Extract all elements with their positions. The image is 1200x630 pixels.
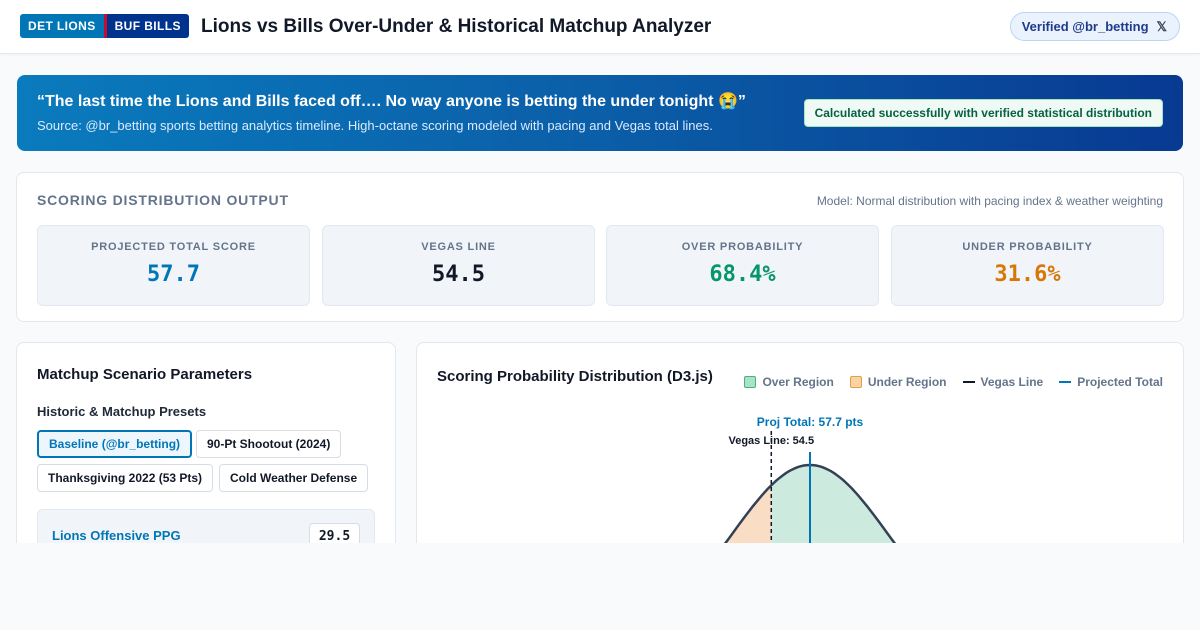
over-swatch xyxy=(744,376,757,388)
legend-vegas: Vegas Line xyxy=(962,375,1044,389)
legend-over: Over Region xyxy=(744,375,834,389)
top-bar: DET LIONS BUF BILLS Lions vs Bills Over-… xyxy=(0,0,1200,54)
lions-badge: DET LIONS xyxy=(20,14,104,38)
page-cutoff xyxy=(0,543,1200,630)
legend-projected: Projected Total xyxy=(1059,375,1163,389)
under-swatch xyxy=(849,376,862,388)
stat-label: PROJECTED TOTAL SCORE xyxy=(91,241,256,253)
stat-value: 57.7 xyxy=(147,262,200,287)
stat-value: 54.5 xyxy=(432,262,485,287)
status-badge: Calculated successfully with verified st… xyxy=(803,99,1163,127)
stat-vegas-line: VEGAS LINE 54.5 xyxy=(322,225,595,306)
stat-value: 31.6% xyxy=(994,262,1061,287)
projected-line-swatch xyxy=(1059,381,1072,383)
verified-label: Verified @br_betting xyxy=(1021,19,1149,34)
scenario-parameters-card: Matchup Scenario Parameters Historic & M… xyxy=(16,342,396,572)
verified-source-link[interactable]: Verified @br_betting 𝕏 xyxy=(1009,12,1180,41)
legend-under: Under Region xyxy=(849,375,947,389)
vegas-line-label: Vegas Line: 54.5 xyxy=(728,435,814,447)
stat-label: VEGAS LINE xyxy=(421,241,496,253)
team-badges: DET LIONS BUF BILLS xyxy=(20,14,189,38)
scoring-output-card: SCORING DISTRIBUTION OUTPUT Model: Norma… xyxy=(16,172,1184,322)
vegas-line-swatch xyxy=(962,381,975,383)
stat-value: 68.4% xyxy=(709,262,776,287)
legend-vegas-label: Vegas Line xyxy=(980,375,1044,389)
preset-thanksgiving-button[interactable]: Thanksgiving 2022 (53 Pts) xyxy=(37,464,214,492)
stat-label: UNDER PROBABILITY xyxy=(962,241,1093,253)
presets-title: Historic & Matchup Presets xyxy=(37,404,207,419)
legend-projected-label: Projected Total xyxy=(1077,375,1163,389)
page-title: Lions vs Bills Over-Under & Historical M… xyxy=(201,16,712,37)
stat-label: OVER PROBABILITY xyxy=(681,241,804,253)
bills-badge: BUF BILLS xyxy=(106,14,189,38)
section-label: SCORING DISTRIBUTION OUTPUT xyxy=(37,192,289,208)
chart-title: Scoring Probability Distribution (D3.js) xyxy=(437,368,713,385)
card-title: Matchup Scenario Parameters xyxy=(37,366,253,383)
stat-over-probability: OVER PROBABILITY 68.4% xyxy=(606,225,879,306)
hero-quote: “The last time the Lions and Bills faced… xyxy=(37,93,746,110)
x-logo-icon: 𝕏 xyxy=(1156,18,1167,34)
param-label: Lions Offensive PPG xyxy=(52,528,181,543)
legend-under-label: Under Region xyxy=(867,375,947,389)
projected-total-label: Proj Total: 57.7 pts xyxy=(757,415,864,429)
preset-shootout-button[interactable]: 90-Pt Shootout (2024) xyxy=(196,430,342,458)
chart-legend: Over Region Under Region Vegas Line Proj… xyxy=(744,375,1163,389)
stat-under-probability: UNDER PROBABILITY 31.6% xyxy=(891,225,1164,306)
hero-source: Source: @br_betting sports betting analy… xyxy=(37,118,713,133)
hero-banner: “The last time the Lions and Bills faced… xyxy=(17,75,1183,151)
stat-projected-total: PROJECTED TOTAL SCORE 57.7 xyxy=(37,225,310,306)
legend-over-label: Over Region xyxy=(762,375,834,389)
preset-cold-weather-button[interactable]: Cold Weather Defense xyxy=(219,464,369,492)
preset-baseline-button[interactable]: Baseline (@br_betting) xyxy=(37,430,193,458)
model-note: Model: Normal distribution with pacing i… xyxy=(816,194,1163,208)
distribution-chart-card: Proj Total: 57.7 pts Vegas Line: 54.5 Sco… xyxy=(416,342,1184,572)
